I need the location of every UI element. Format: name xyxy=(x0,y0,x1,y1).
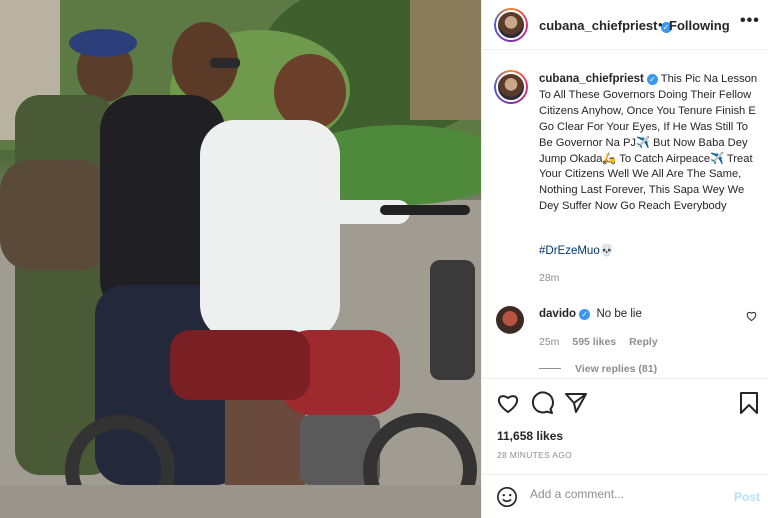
comment-meta: 25m 595 likes Reply xyxy=(539,336,668,348)
action-bar: 11,658 likes 28 MINUTES AGO xyxy=(482,378,768,473)
author-username[interactable]: cubana_chiefpriest ✓ xyxy=(539,18,672,33)
post-timestamp: 28 MINUTES AGO xyxy=(497,450,573,460)
share-icon[interactable] xyxy=(564,391,588,415)
caption-avatar[interactable] xyxy=(494,70,528,104)
author-avatar[interactable] xyxy=(494,8,528,42)
post-header: cubana_chiefpriest ✓ • Following ••• xyxy=(482,0,768,50)
separator-dot: • xyxy=(658,17,663,32)
post-photo[interactable] xyxy=(0,0,481,518)
likes-count[interactable]: 11,658 likes xyxy=(497,429,563,443)
post-button[interactable]: Post xyxy=(734,490,760,504)
hashtag-link[interactable]: #DrEzeMuo💀 xyxy=(539,243,614,257)
more-options-icon[interactable]: ••• xyxy=(740,12,760,30)
comment-time: 25m xyxy=(539,336,560,348)
caption-text: cubana_chiefpriest ✓ This Pic Na Lesson T… xyxy=(539,72,761,215)
comment-likes[interactable]: 595 likes xyxy=(572,336,616,348)
verified-badge-icon: ✓ xyxy=(646,74,658,85)
heart-icon[interactable] xyxy=(746,310,757,324)
heart-icon[interactable] xyxy=(496,391,520,415)
caption-body: This Pic Na Lesson To All These Governor… xyxy=(539,73,758,213)
commenter-username[interactable]: davido xyxy=(539,308,576,320)
smiley-icon[interactable] xyxy=(496,486,518,508)
post-details-panel: cubana_chiefpriest ✓ • Following ••• cuba… xyxy=(481,0,768,518)
photo-illustration xyxy=(0,0,481,518)
commenter-avatar[interactable] xyxy=(496,306,524,334)
comment-item: davido ✓ No be lie 25m 595 likes Reply Vi… xyxy=(482,300,768,380)
verified-badge-icon: ✓ xyxy=(579,309,591,320)
reply-button[interactable]: Reply xyxy=(629,336,658,348)
caption-username[interactable]: cubana_chiefpriest ✓ xyxy=(539,73,658,85)
view-replies-button[interactable]: View replies (81) xyxy=(539,363,657,375)
following-button[interactable]: Following xyxy=(669,18,730,33)
comment-body: No be lie xyxy=(596,308,642,320)
caption-time: 28m xyxy=(539,272,560,284)
bookmark-icon[interactable] xyxy=(737,391,761,415)
add-comment-bar: Post xyxy=(482,474,768,518)
comment-text: davido ✓ No be lie xyxy=(539,308,642,320)
comment-input[interactable] xyxy=(530,487,720,501)
comment-icon[interactable] xyxy=(530,391,554,415)
